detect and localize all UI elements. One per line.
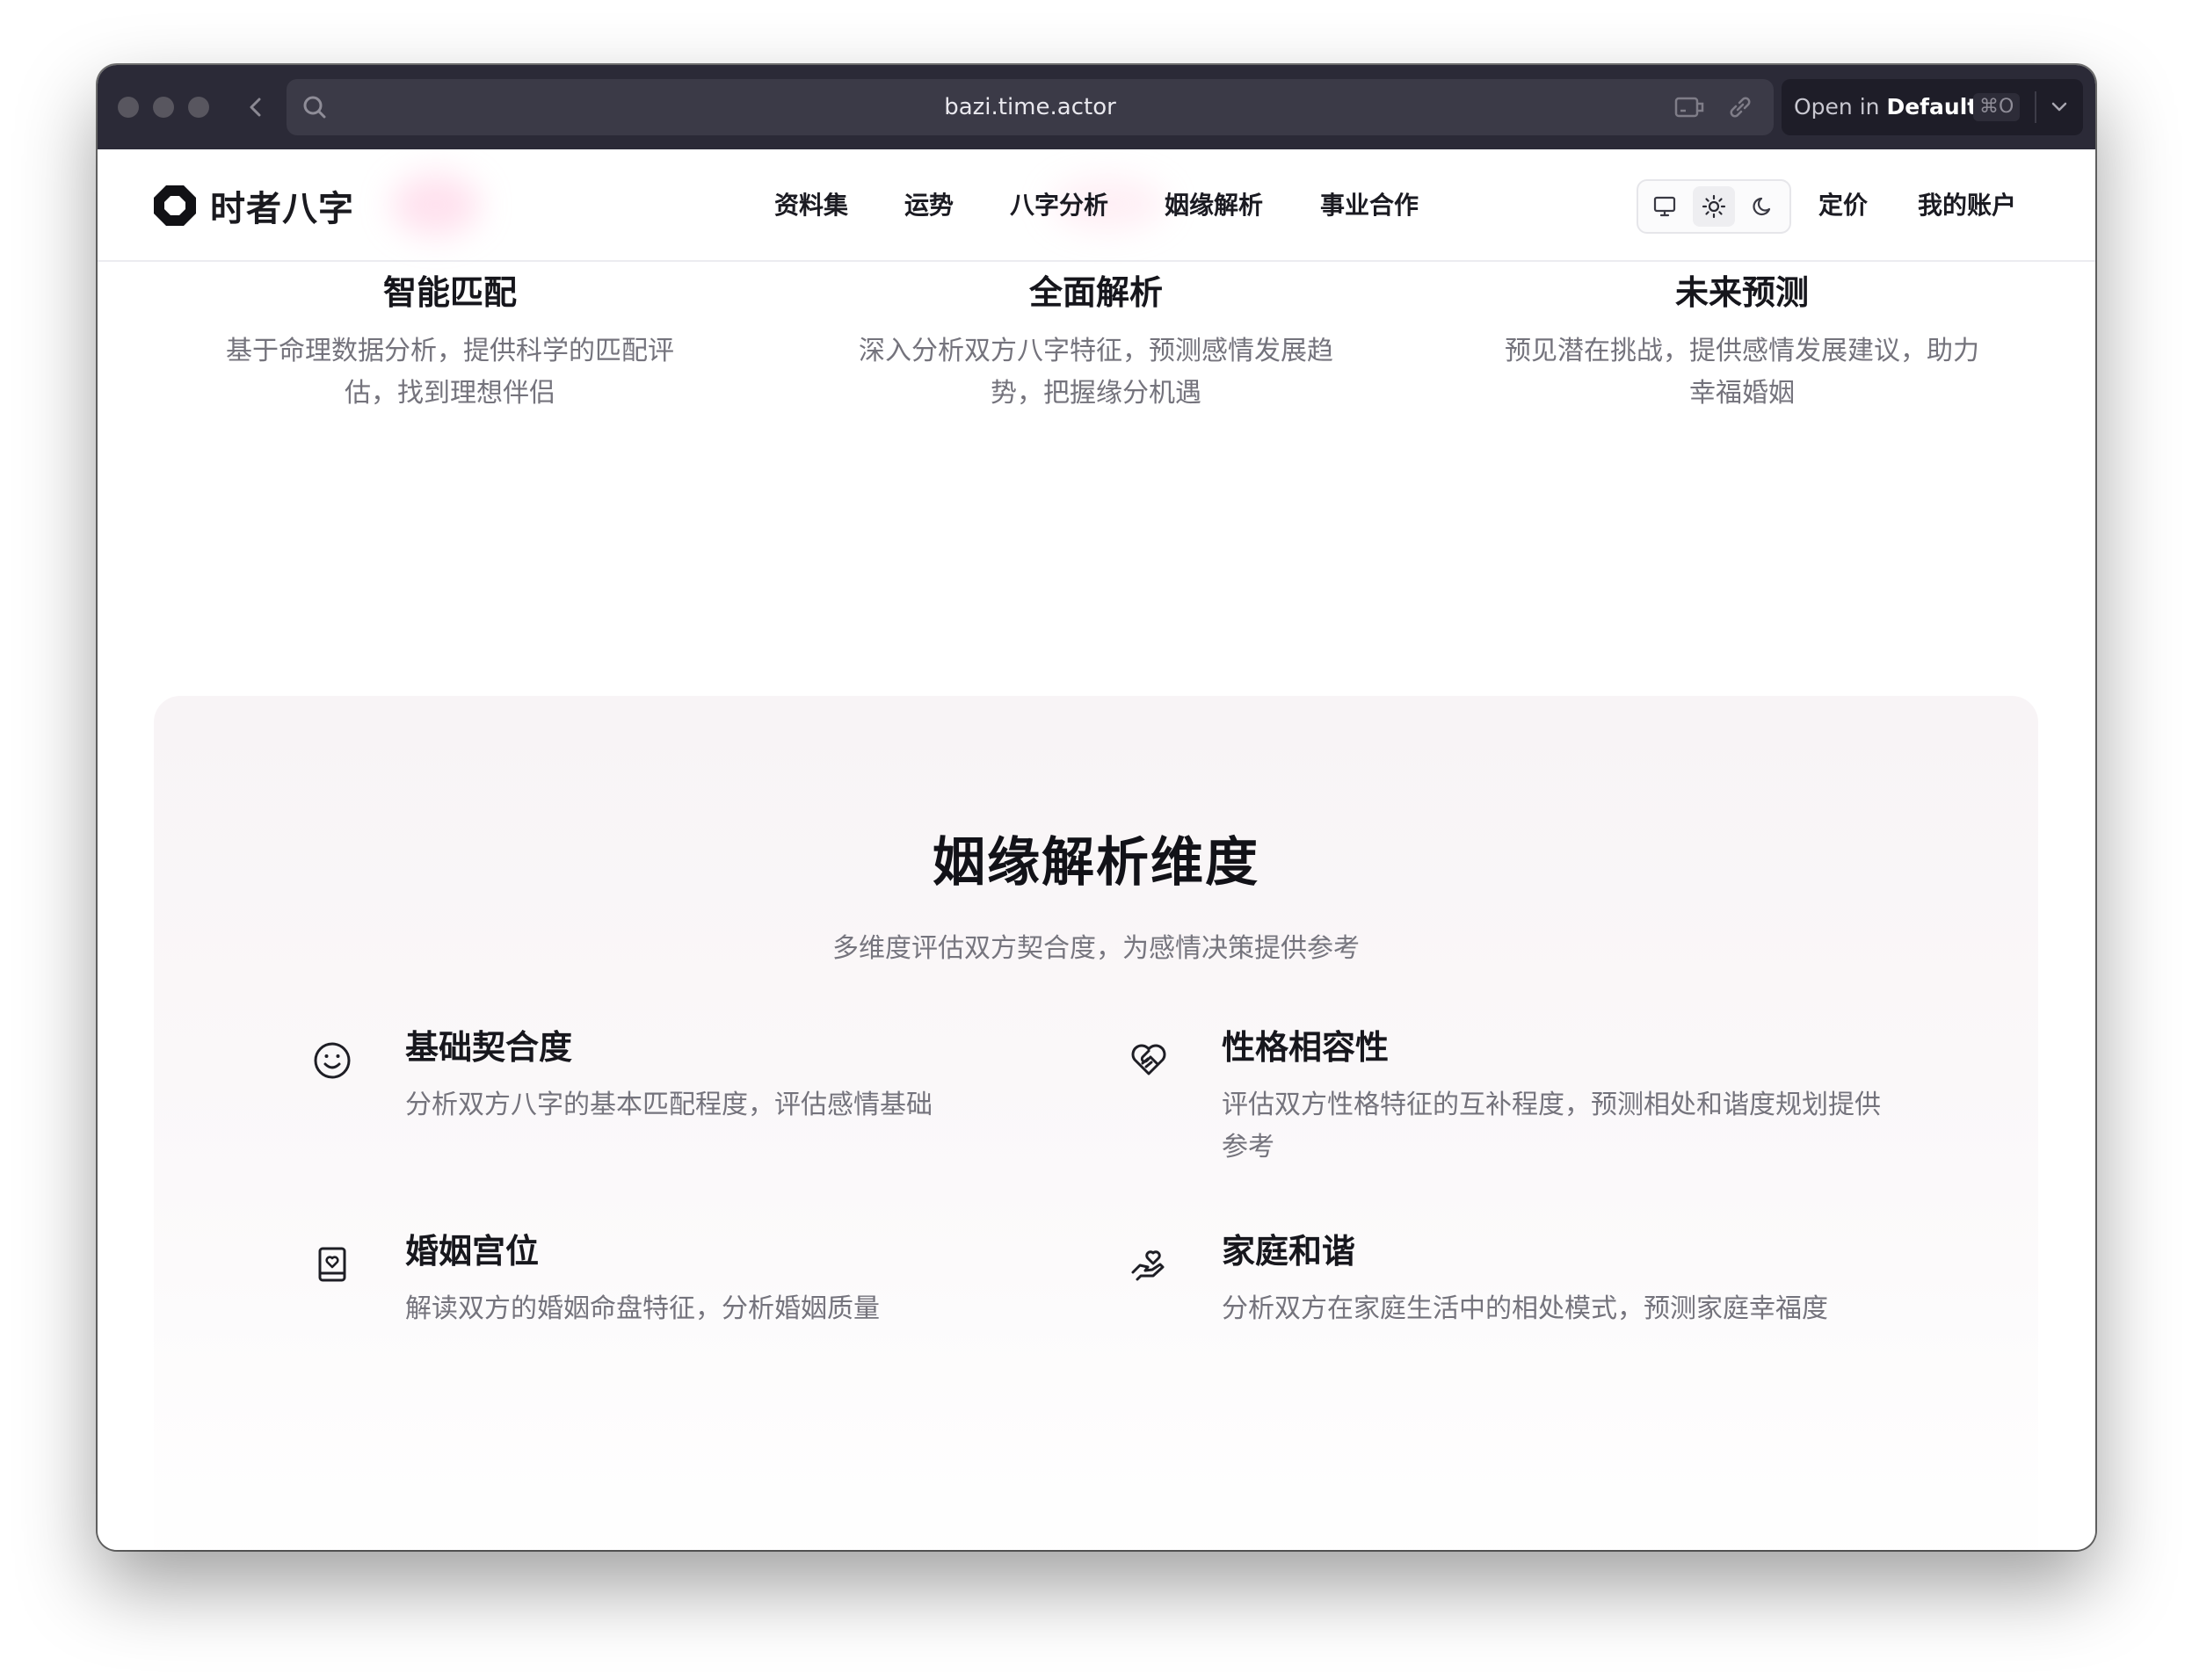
feature-description: 预见潜在挑战，提供感情发展建议，助力幸福婚姻 — [1505, 336, 1979, 409]
theme-light-button[interactable] — [1693, 186, 1735, 227]
browser-window: bazi.time.actor Open in Default ⌘O 时者八字 … — [98, 65, 2095, 1550]
url-text: bazi.time.actor — [944, 94, 1116, 120]
site-logo[interactable]: 时者八字 — [152, 183, 354, 229]
nav-link-marriage-analysis[interactable]: 姻缘解析 — [1165, 188, 1263, 223]
chevron-down-icon[interactable] — [2045, 93, 2073, 121]
dimension-title: 基础契合度 — [405, 1028, 573, 1067]
theme-switcher — [1637, 179, 1791, 234]
heart-handshake-icon — [1131, 1044, 1166, 1075]
divider — [2035, 91, 2036, 123]
dimension-description: 分析双方在家庭生活中的相处模式，预测家庭幸福度 — [1222, 1293, 1828, 1324]
nav-link-pricing[interactable]: 定价 — [1818, 188, 1868, 223]
theme-system-button[interactable] — [1644, 186, 1686, 227]
dimension-title: 性格相容性 — [1222, 1028, 1390, 1067]
nav-link-bazi-analysis[interactable]: 八字分析 — [1010, 188, 1108, 223]
close-window-button[interactable] — [118, 97, 139, 118]
dimension-description: 解读双方的婚姻命盘特征，分析婚姻质量 — [405, 1293, 880, 1324]
zoom-window-button[interactable] — [188, 97, 209, 118]
moon-icon — [1753, 197, 1771, 216]
section-subtitle: 多维度评估双方契合度，为感情决策提供参考 — [832, 933, 1360, 964]
feature-card: 智能匹配 基于命理数据分析，提供科学的匹配评估，找到理想伴侣 — [186, 267, 714, 415]
dimensions-section: 姻缘解析维度 多维度评估双方契合度，为感情决策提供参考 基础契合度 分析双方八字… — [154, 696, 2038, 1550]
browser-titlebar: bazi.time.actor Open in Default ⌘O — [98, 65, 2095, 149]
back-button[interactable] — [243, 91, 269, 123]
dimension-title: 家庭和谐 — [1222, 1232, 1356, 1271]
address-bar[interactable]: bazi.time.actor — [287, 79, 1774, 135]
nav-link-materials[interactable]: 资料集 — [774, 188, 848, 223]
feature-description: 深入分析双方八字特征，预测感情发展趋势，把握缘分机遇 — [859, 336, 1333, 409]
open-in-prefix: Open in — [1794, 94, 1880, 119]
feature-card: 全面解析 深入分析双方八字特征，预测感情发展趋势，把握缘分机遇 — [832, 267, 1360, 415]
feature-title: 全面解析 — [1028, 273, 1163, 312]
feature-description: 基于命理数据分析，提供科学的匹配评估，找到理想伴侣 — [226, 336, 674, 409]
minimize-window-button[interactable] — [153, 97, 174, 118]
reader-mode-icon[interactable] — [1673, 93, 1705, 121]
nav-link-business[interactable]: 事业合作 — [1320, 188, 1419, 223]
sun-icon — [1702, 194, 1726, 219]
dimension-description: 评估双方性格特征的互补程度，预测相处和谐度规划提供参考 — [1222, 1090, 1881, 1162]
web-page: 时者八字 资料集 运势 八字分析 姻缘解析 事业合作 定价 我的账户 智能匹配 … — [98, 149, 2095, 1550]
open-in-label: Open in Default — [1794, 79, 1978, 135]
logo-hexagon-icon — [154, 185, 196, 226]
site-navbar: 时者八字 资料集 运势 八字分析 姻缘解析 事业合作 定价 我的账户 — [98, 149, 2095, 262]
smile-icon — [314, 1042, 351, 1079]
open-in-default-button[interactable]: Open in Default ⌘O — [1782, 79, 2083, 135]
nav-link-fortune[interactable]: 运势 — [904, 188, 954, 223]
dimension-title: 婚姻宫位 — [405, 1232, 540, 1271]
nav-link-account[interactable]: 我的账户 — [1918, 188, 2016, 223]
decorative-glow — [392, 174, 480, 235]
feature-card: 未来预测 预见潜在挑战，提供感情发展建议，助力幸福婚姻 — [1478, 267, 2006, 415]
link-icon[interactable] — [1724, 93, 1756, 121]
dimension-description: 分析双方八字的基本匹配程度，评估感情基础 — [405, 1090, 933, 1120]
section-title: 姻缘解析维度 — [933, 832, 1259, 894]
theme-dark-button[interactable] — [1742, 186, 1784, 227]
hand-heart-icon — [1131, 1250, 1165, 1281]
monitor-icon — [1653, 196, 1676, 217]
desktop-background: bazi.time.actor Open in Default ⌘O 时者八字 … — [0, 0, 2192, 1680]
open-in-target: Default — [1886, 94, 1978, 119]
book-heart-icon — [318, 1247, 346, 1282]
chevron-left-icon — [250, 98, 261, 117]
feature-title: 智能匹配 — [382, 273, 517, 312]
open-shortcut-badge: ⌘O — [1973, 93, 2021, 121]
logo-text: 时者八字 — [210, 188, 354, 229]
feature-title: 未来预测 — [1674, 273, 1809, 312]
